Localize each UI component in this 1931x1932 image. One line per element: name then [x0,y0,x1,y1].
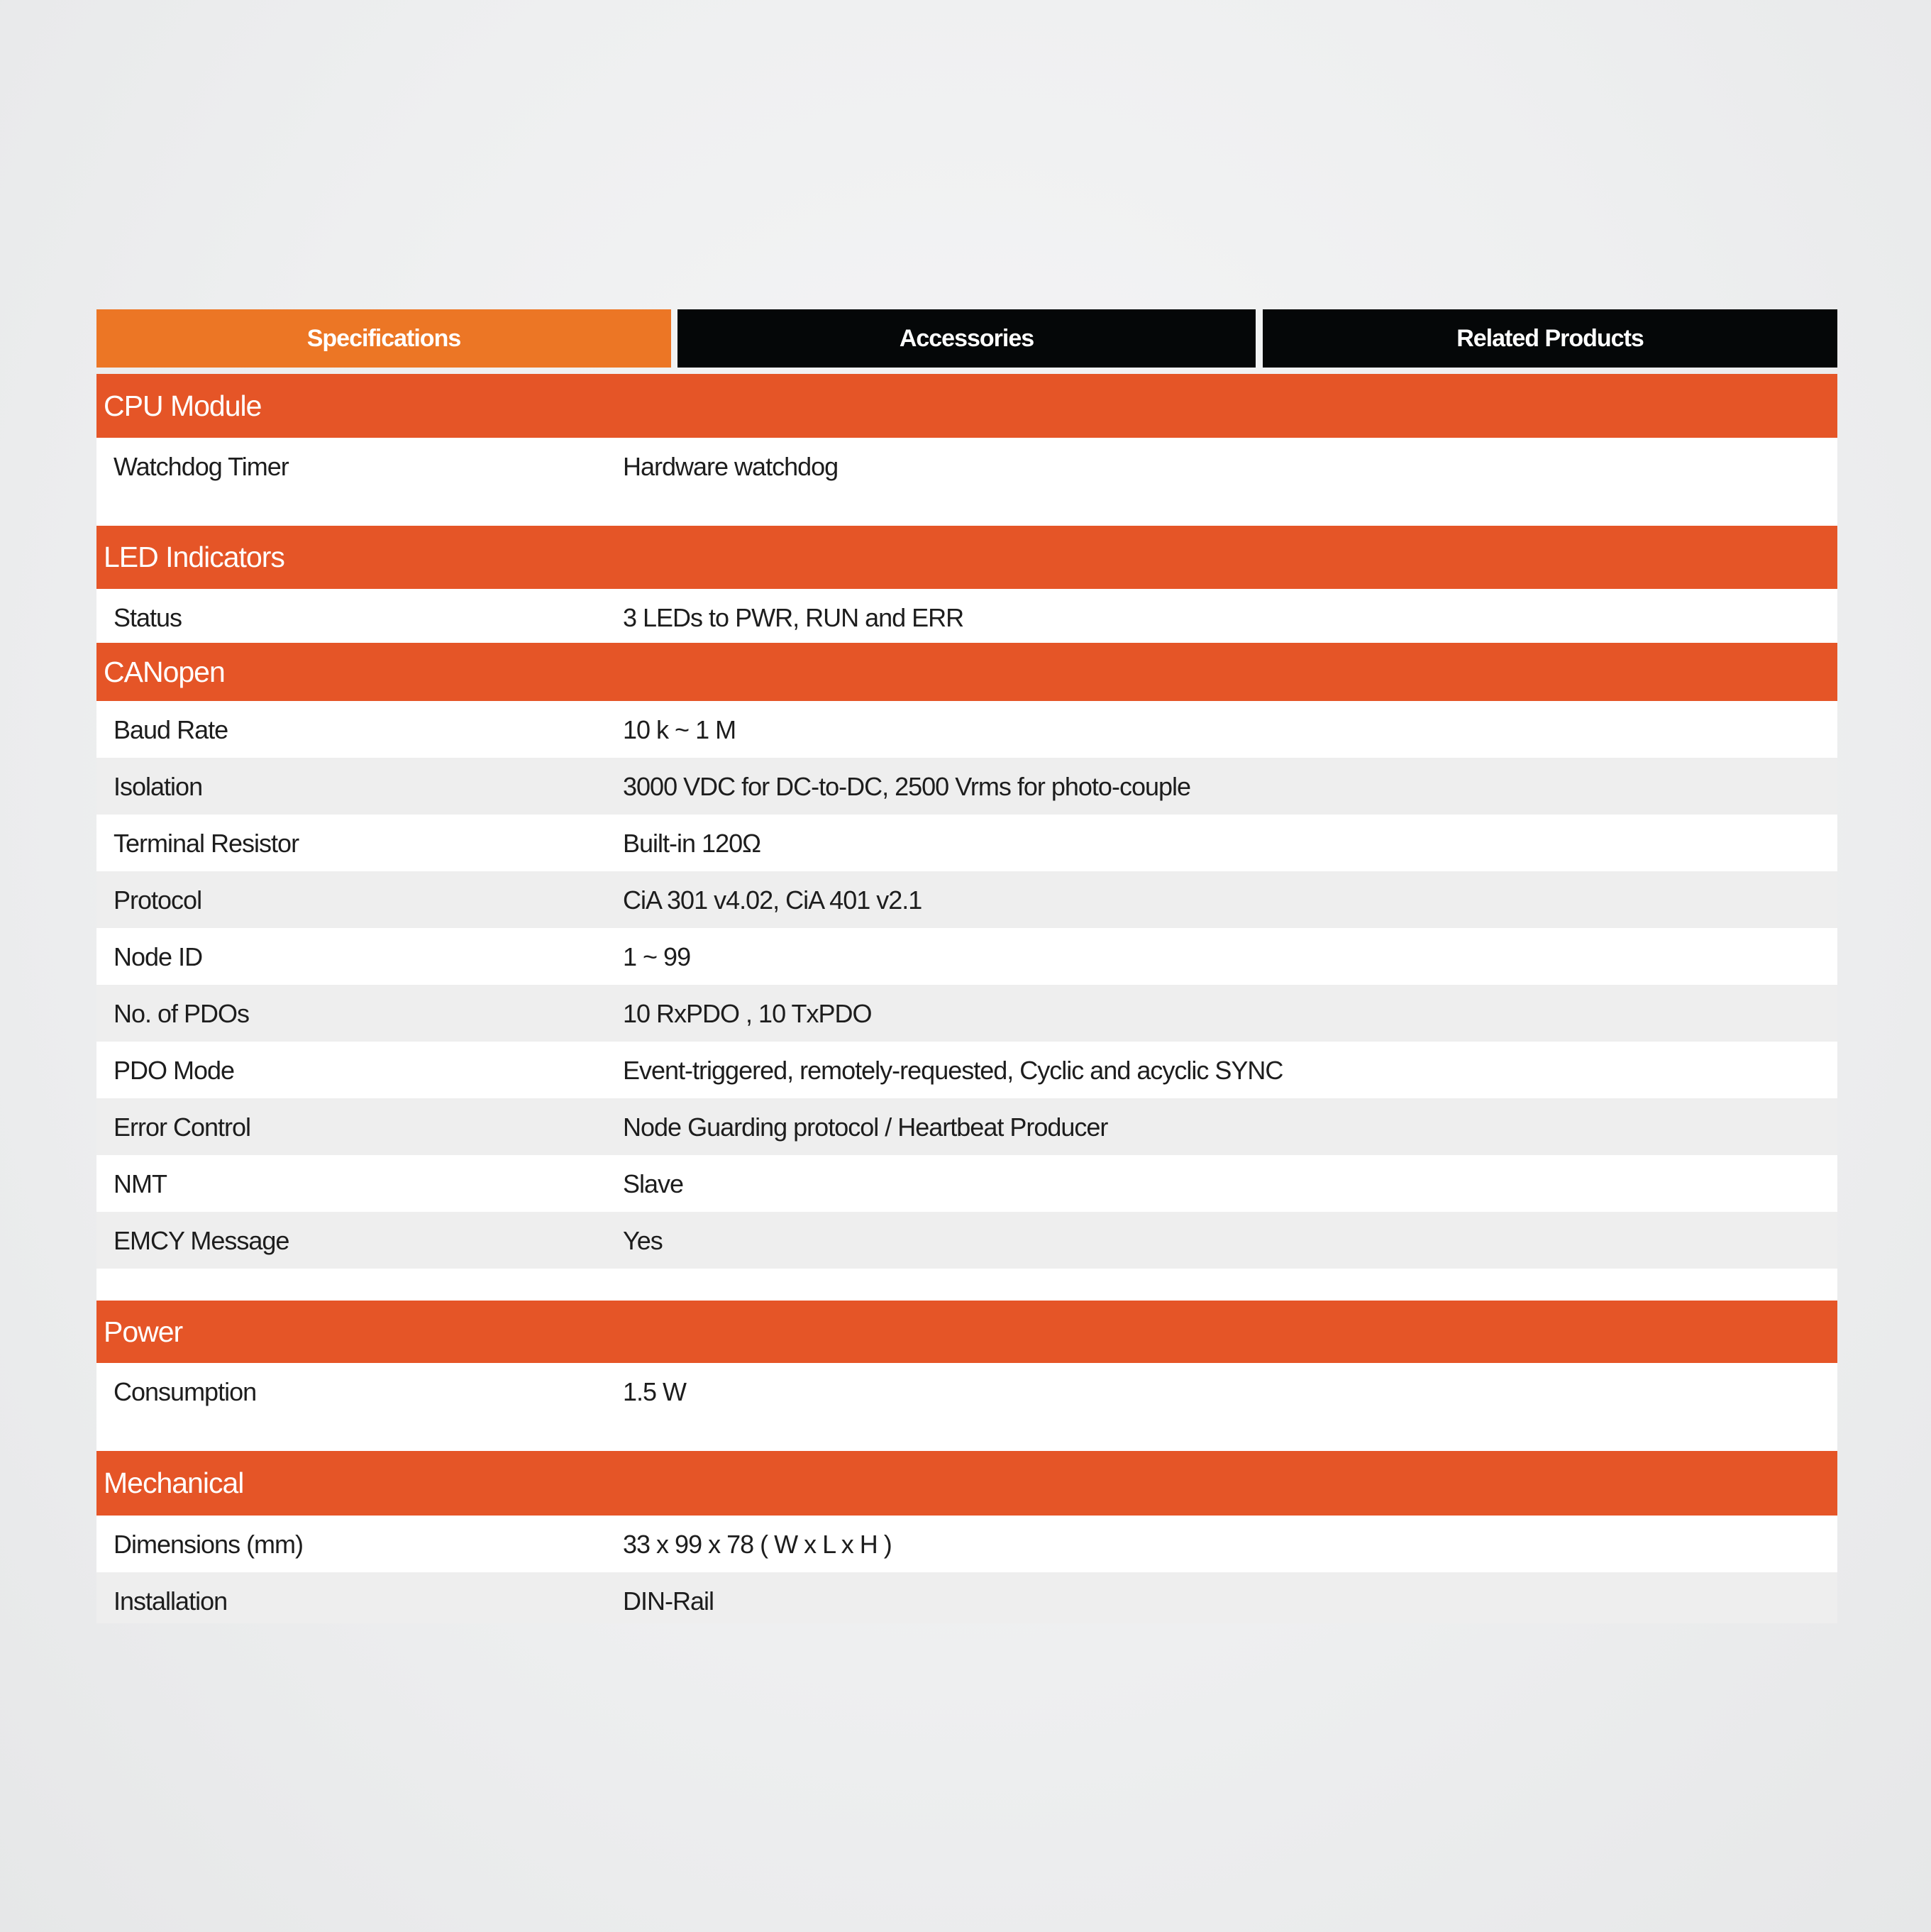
spec-label: Installation [114,1586,228,1616]
tab-bar: Specifications Accessories Related Produ… [96,309,1837,368]
spec-label: Error Control [114,1113,251,1142]
tab-accessories[interactable]: Accessories [677,309,1256,368]
spec-value: Yes [623,1226,663,1255]
spec-row: Error Control Node Guarding protocol / H… [96,1098,1837,1155]
spec-value: Slave [623,1169,684,1198]
spec-label: Terminal Resistor [114,829,299,858]
spec-row: Dimensions (mm) 33 x 99 x 78 ( W x L x H… [96,1516,1837,1572]
spec-label: Node ID [114,942,203,971]
spec-label: Watchdog Timer [114,452,289,481]
spec-row: Baud Rate 10 k ~ 1 M [96,701,1837,758]
spec-label: Baud Rate [114,715,228,744]
section-spacer [96,1269,1837,1301]
spec-row: Installation DIN-Rail [96,1572,1837,1623]
spec-row: Terminal Resistor Built-in 120Ω [96,815,1837,871]
spec-value: Event-triggered, remotely-requested, Cyc… [623,1056,1283,1085]
spec-row: PDO Mode Event-triggered, remotely-reque… [96,1042,1837,1098]
spec-value: DIN-Rail [623,1586,714,1616]
spec-value: 10 k ~ 1 M [623,715,736,744]
specifications-table: CPU Module Watchdog Timer Hardware watch… [96,374,1837,1623]
spec-label: Protocol [114,885,202,915]
spec-row: Protocol CiA 301 v4.02, CiA 401 v2.1 [96,871,1837,928]
tab-related-products[interactable]: Related Products [1263,309,1837,368]
spec-value: Built-in 120Ω [623,829,761,858]
spec-value: CiA 301 v4.02, CiA 401 v2.1 [623,885,922,915]
spec-row: Watchdog Timer Hardware watchdog [96,438,1837,526]
section-header-led-indicators: LED Indicators [96,526,1837,589]
section-header-mechanical: Mechanical [96,1451,1837,1516]
section-header-power: Power [96,1301,1837,1363]
spec-label: Dimensions (mm) [114,1530,304,1559]
spec-row: Isolation 3000 VDC for DC-to-DC, 2500 Vr… [96,758,1837,815]
spec-label: Status [114,603,182,632]
spec-value: 3000 VDC for DC-to-DC, 2500 Vrms for pho… [623,772,1191,801]
spec-label: Isolation [114,772,203,801]
spec-value: Hardware watchdog [623,452,839,481]
spec-label: EMCY Message [114,1226,289,1255]
spec-value: 33 x 99 x 78 ( W x L x H ) [623,1530,892,1559]
tab-specifications[interactable]: Specifications [96,309,671,368]
spec-label: Consumption [114,1377,257,1406]
spec-label: NMT [114,1169,167,1198]
spec-value: 10 RxPDO , 10 TxPDO [623,999,872,1028]
section-header-cpu-module: CPU Module [96,374,1837,438]
spec-value: 3 LEDs to PWR, RUN and ERR [623,603,964,632]
section-header-canopen: CANopen [96,643,1837,701]
spec-row: Node ID 1 ~ 99 [96,928,1837,985]
spec-label: PDO Mode [114,1056,235,1085]
spec-row: NMT Slave [96,1155,1837,1212]
spec-value: Node Guarding protocol / Heartbeat Produ… [623,1113,1108,1142]
spec-row: Status 3 LEDs to PWR, RUN and ERR [96,589,1837,643]
spec-value: 1.5 W [623,1377,687,1406]
spec-row: Consumption 1.5 W [96,1363,1837,1451]
spec-row: No. of PDOs 10 RxPDO , 10 TxPDO [96,985,1837,1042]
spec-row: EMCY Message Yes [96,1212,1837,1269]
spec-label: No. of PDOs [114,999,250,1028]
spec-value: 1 ~ 99 [623,942,691,971]
